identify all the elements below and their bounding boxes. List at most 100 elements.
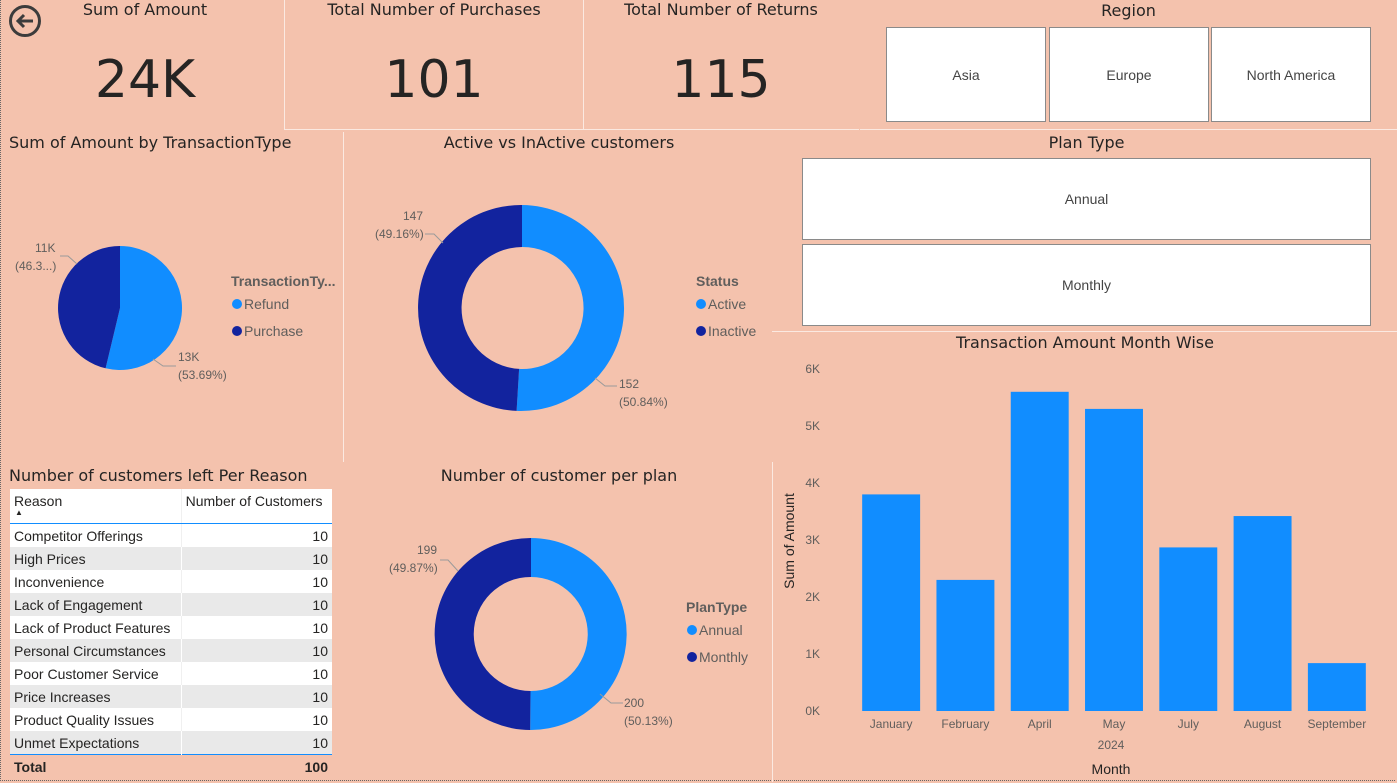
x-axis-group-label: 2024	[1098, 738, 1125, 752]
x-tick-label: April	[1028, 717, 1052, 731]
sort-ascending-icon: ▲	[15, 508, 23, 517]
leader-line-active	[594, 377, 617, 387]
legend-label: Purchase	[244, 323, 304, 339]
card-total-returns: Total Number of Returns 115	[583, 0, 859, 130]
bar-series	[862, 391, 1366, 711]
leader-line-purchase	[60, 255, 78, 265]
donut-label-annual-pct: (50.13%)	[624, 714, 673, 728]
cell-reason: Product Quality Issues	[10, 708, 182, 731]
plan-slicer-title: Plan Type	[1048, 133, 1125, 152]
pie-transaction-title: Sum of Amount by TransactionType	[9, 133, 292, 152]
leader-line-inactive	[425, 233, 444, 244]
legend-dot-icon	[232, 326, 242, 336]
table-header-row: Reason ▲ Number of Customers	[10, 489, 332, 524]
leader-line-refund	[152, 358, 176, 367]
donut-slice-monthly[interactable]	[434, 537, 531, 730]
table-row[interactable]: Product Quality Issues 10	[10, 708, 332, 731]
card-title: Sum of Amount	[82, 0, 208, 19]
cell-count: 10	[312, 711, 328, 728]
bar-february[interactable]	[936, 579, 995, 711]
column-header-reason[interactable]: Reason ▲	[10, 489, 182, 524]
legend-item-purchase[interactable]: Purchase	[232, 323, 303, 339]
reasons-table-container: Reason ▲ Number of Customers Competitor …	[10, 489, 332, 778]
table-row[interactable]: Poor Customer Service 10	[10, 662, 332, 685]
card-total-purchases: Total Number of Purchases 101	[284, 0, 583, 130]
cell-count: 10	[312, 642, 328, 659]
reasons-table-title: Number of customers left Per Reason	[9, 466, 308, 485]
plan-option-annual[interactable]: Annual	[802, 158, 1371, 240]
pie-label-refund-value: 13K	[178, 350, 200, 364]
bar-july[interactable]	[1159, 547, 1218, 711]
table-row[interactable]: Lack of Engagement 10	[10, 593, 332, 616]
reasons-table: Reason ▲ Number of Customers Competitor …	[10, 489, 332, 778]
table-row[interactable]: Inconvenience 10	[10, 570, 332, 593]
bar-january[interactable]	[862, 494, 921, 711]
cell-count: 10	[312, 573, 328, 590]
table-total-row: Total 100	[10, 754, 332, 778]
bar-april[interactable]	[1010, 391, 1069, 711]
y-tick-label: 1K	[805, 647, 820, 661]
bar-august[interactable]	[1233, 516, 1292, 711]
y-axis-ticks: 0K 1K 2K 3K 4K 5K 6K	[805, 362, 820, 718]
x-axis-title: Month	[1092, 761, 1131, 777]
pie-transaction-chart[interactable]	[0, 160, 343, 460]
region-option-asia[interactable]: Asia	[886, 27, 1046, 122]
bar-september[interactable]	[1307, 663, 1366, 711]
cell-count: 10	[312, 619, 328, 636]
table-row[interactable]: High Prices 10	[10, 547, 332, 570]
pie-label-refund-pct: (53.69%)	[178, 368, 227, 382]
bar-may[interactable]	[1085, 408, 1143, 711]
legend-title-transaction: TransactionTy...	[231, 273, 336, 289]
legend-title-plan: PlanType	[686, 599, 748, 615]
cell-count: 10	[312, 550, 328, 567]
legend-item-active[interactable]: Active	[696, 296, 746, 312]
cell-reason: Lack of Product Features	[10, 616, 182, 639]
donut-slice-active[interactable]	[516, 205, 625, 411]
bar-chart-title: Transaction Amount Month Wise	[955, 333, 1214, 352]
x-tick-label: July	[1178, 717, 1199, 731]
legend-item-inactive[interactable]: Inactive	[696, 323, 756, 339]
donut-label-monthly-pct: (49.87%)	[389, 561, 438, 575]
column-header-label: Number of Customers	[185, 493, 323, 509]
y-axis-title: Sum of Amount	[781, 493, 797, 589]
legend-item-annual[interactable]: Annual	[687, 622, 743, 638]
region-option-north-america[interactable]: North America	[1211, 27, 1371, 122]
table-row[interactable]: Price Increases 10	[10, 685, 332, 708]
card-sum-amount: Sum of Amount 24K	[0, 0, 284, 130]
cell-reason: Poor Customer Service	[10, 662, 182, 685]
region-bottom-divider	[860, 129, 1397, 130]
table-row[interactable]: Competitor Offerings 10	[10, 523, 332, 547]
donut-label-inactive-value: 147	[403, 209, 424, 223]
region-slicer-title: Region	[1101, 1, 1156, 20]
column-header-label: Reason	[14, 493, 63, 509]
middle-divider-top	[343, 132, 344, 462]
pie-label-purchase-pct: (46.3...)	[15, 259, 57, 273]
donut-slice-inactive[interactable]	[418, 204, 522, 411]
legend-item-monthly[interactable]: Monthly	[687, 649, 748, 665]
legend-label: Inactive	[708, 323, 757, 339]
cell-reason: Price Increases	[10, 685, 182, 708]
legend-dot-icon	[696, 299, 706, 309]
column-header-count[interactable]: Number of Customers	[180, 489, 332, 524]
cell-reason: Inconvenience	[10, 570, 182, 593]
table-row[interactable]: Unmet Expectations 10	[10, 731, 332, 755]
bar-chart-transaction-amount[interactable]: Transaction Amount Month Wise 0K 1K 2K 3K 4K…	[773, 332, 1395, 782]
legend-label: Monthly	[699, 649, 749, 665]
x-tick-label: August	[1244, 717, 1282, 731]
donut-label-active-value: 152	[619, 377, 640, 391]
cell-count: 10	[312, 688, 328, 705]
donut-slice-annual[interactable]	[530, 538, 627, 731]
table-row[interactable]: Personal Circumstances 10	[10, 639, 332, 662]
plan-option-monthly[interactable]: Monthly	[802, 244, 1371, 326]
y-tick-label: 6K	[805, 362, 820, 376]
y-tick-label: 2K	[805, 590, 820, 604]
cell-total-value: 100	[181, 754, 332, 778]
y-tick-label: 3K	[805, 533, 820, 547]
cell-reason: Personal Circumstances	[10, 639, 182, 662]
legend-item-refund[interactable]: Refund	[232, 296, 289, 312]
legend-label: Refund	[244, 296, 290, 312]
donut-status-title: Active vs InActive customers	[443, 133, 675, 152]
leader-line-monthly	[440, 559, 459, 572]
table-row[interactable]: Lack of Product Features 10	[10, 616, 332, 639]
region-option-europe[interactable]: Europe	[1049, 27, 1209, 122]
